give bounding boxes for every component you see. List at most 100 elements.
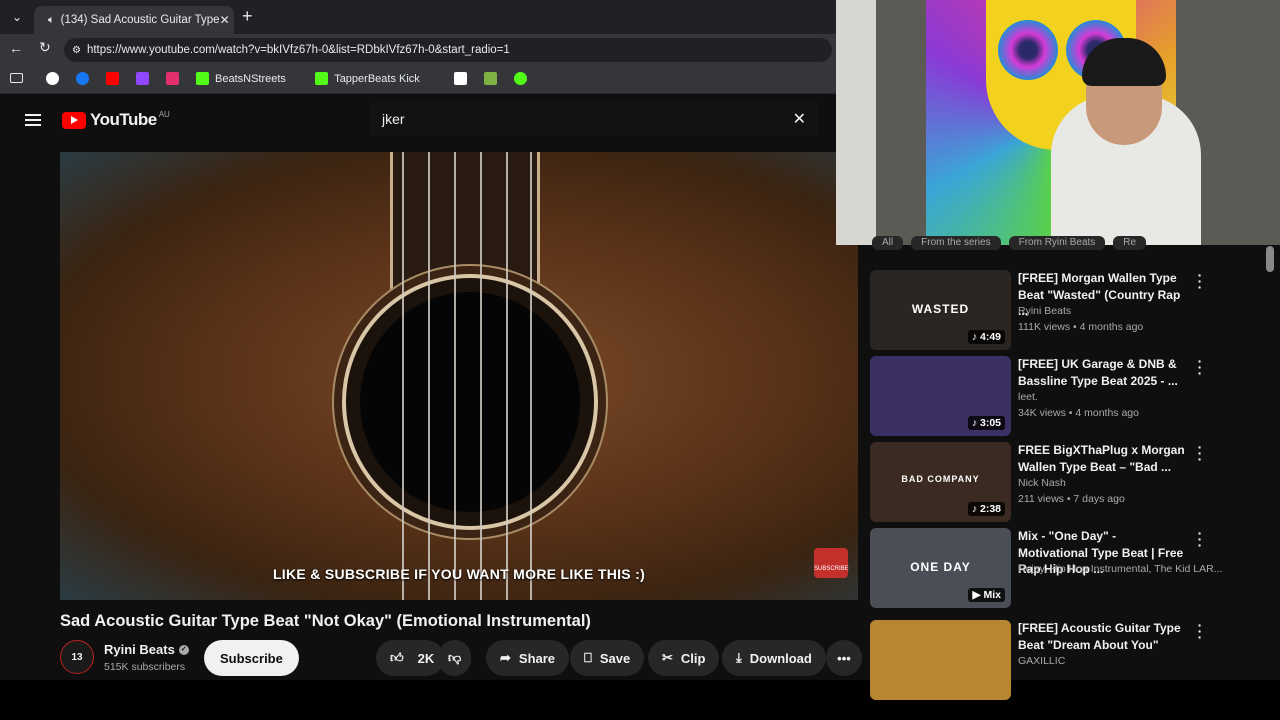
share-button[interactable]: ➦ Share [486,640,570,676]
thumbnail-text: ONE DAY [910,560,971,574]
filter-chip[interactable]: From the series [911,236,1001,250]
diamond-icon [453,72,467,85]
video-thumbnail[interactable]: ♪ 3:05 [870,356,1011,436]
related-video[interactable]: WASTED ♪ 4:49 [FREE] Morgan Wallen Type Be… [870,268,1230,350]
address-bar[interactable]: ⚙ https://www.youtube.com/watch?v=bkIVfz… [64,38,832,62]
bookmark-item[interactable] [483,72,497,85]
subscriber-count: 515K subscribers [104,661,186,673]
music-note-icon: ♪ [971,417,980,429]
related-video-title[interactable]: FREE BigXThaPlug x Morgan Wallen Type Be… [1018,442,1188,475]
webcam-overlay: K 2 [836,0,1280,245]
search-input[interactable]: jker [382,111,405,127]
related-video-meta: 111K views • 4 months ago [1018,321,1144,333]
related-video[interactable]: ♪ 3:05 [FREE] UK Garage & DNB & Bassline … [870,354,1230,436]
related-video[interactable]: ONE DAY ▶ Mix Mix - "One Day" - Motivation… [870,526,1230,608]
video-title: Sad Acoustic Guitar Type Beat "Not Okay"… [60,612,591,630]
region-code: AU [158,110,170,119]
bookmark-item[interactable] [76,72,89,85]
bookmark-label: BeatsNStreets [215,72,286,85]
avatar-text: 13 [71,651,83,663]
kick-icon [196,72,209,85]
clip-button[interactable]: ✂ Clip [648,640,720,676]
garage-door [836,0,876,245]
download-button[interactable]: ⤓ Download [722,640,826,676]
more-vertical-icon[interactable]: · · · [1192,618,1208,644]
reload-icon[interactable]: ↻ [39,39,51,56]
share-label: Share [518,650,556,666]
related-video-meta: 211 views • 7 days ago [1018,493,1125,505]
subscribe-watermark-label: SUBSCRIBE [814,566,849,572]
duration-text: 4:49 [979,331,1001,343]
related-video-title[interactable]: [FREE] Acoustic Guitar Type Beat "Dream … [1018,620,1188,653]
video-player[interactable]: LIKE & SUBSCRIBE IF YOU WANT MORE LIKE T… [60,152,858,600]
clear-search-icon[interactable]: ✕ [793,109,806,129]
video-thumbnail[interactable] [870,620,1011,700]
subscribe-button[interactable]: Subscribe [204,640,299,676]
mix-icon: ▶ [972,589,984,601]
back-arrow-icon[interactable]: ← [9,40,23,56]
filter-chip[interactable]: Re [1113,236,1147,250]
filter-chip[interactable]: All [872,236,904,250]
more-vertical-icon[interactable]: · · · [1192,268,1208,294]
related-video-channel[interactable]: Nick Nash [1018,477,1066,489]
gear-icon [513,72,527,85]
bookmarks-folder-icon[interactable] [10,73,23,83]
thumbs-down-icon: 👎︎ [448,650,462,665]
video-thumbnail[interactable]: ONE DAY ▶ Mix [870,528,1011,608]
more-vertical-icon[interactable]: · · · [1192,440,1208,466]
clip-label: Clip [680,650,706,666]
related-video[interactable]: [FREE] Acoustic Guitar Type Beat "Dream … [870,618,1230,700]
new-tab-button[interactable]: + [242,6,253,27]
site-info-icon[interactable]: ⚙ [72,45,81,56]
youtube-wordmark: YouTube [90,110,157,129]
bookmark-item[interactable] [513,72,527,85]
tab-close-icon[interactable]: ✕ [220,13,230,27]
more-vertical-icon[interactable]: · · · [1192,354,1208,380]
duration-badge: ♪ 2:38 [967,502,1005,516]
more-vertical-icon[interactable]: · · · [1192,526,1208,552]
duration-text: 3:05 [979,417,1001,429]
duration-badge: ♪ 3:05 [967,416,1005,430]
more-horizontal-icon: ••• [837,650,851,666]
menu-icon[interactable] [25,111,41,129]
google-icon [46,72,59,85]
guitar-string [480,152,482,600]
related-video-channel[interactable]: Rujay, Hip Hop Instrumental, The Kid LAR… [1018,563,1222,575]
url-text: https://www.youtube.com/watch?v=bkIVfz67… [86,44,510,56]
download-label: Download [749,650,812,666]
bookmark-item[interactable] [106,72,119,85]
save-button[interactable]: ⎕ Save [570,640,645,676]
bookmark-item[interactable]: BeatsNStreets [196,72,286,85]
like-count: 2K [417,650,435,666]
related-video-channel[interactable]: leet. [1018,391,1038,403]
subscribe-watermark[interactable]: SUBSCRIBE [814,548,849,578]
bookmark-item[interactable] [453,72,467,85]
download-icon: ⤓ [736,650,742,665]
music-note-icon: ♪ [971,503,980,515]
youtube-logo[interactable]: YouTube AU [62,110,170,130]
bookmark-item[interactable] [46,72,59,85]
related-video-channel[interactable]: Ryini Beats [1018,305,1071,317]
more-actions-button[interactable]: ••• [826,640,862,676]
guitar-string [530,152,532,600]
video-thumbnail[interactable]: WASTED ♪ 4:49 [870,270,1011,350]
tab-search-icon[interactable]: ⌄ [8,8,26,26]
bookmark-item[interactable]: TapperBeats Kick [315,72,420,85]
related-video-channel[interactable]: GAXILLIC [1018,655,1065,667]
search-box[interactable]: jker ✕ [370,102,818,136]
video-thumbnail[interactable]: BAD COMPANY ♪ 2:38 [870,442,1011,522]
guitar-string [506,152,508,600]
bookmark-item[interactable] [166,72,179,85]
dislike-button[interactable]: 👎︎ [438,640,472,676]
browser-tab-active[interactable]: 🔈︎ (134) Sad Acoustic Guitar Type ✕ [34,6,234,34]
thumbnail-text: WASTED [911,302,970,316]
speaker-icon[interactable]: 🔈︎ [48,14,55,27]
channel-avatar[interactable]: 13 [60,640,94,674]
related-video-title[interactable]: [FREE] UK Garage & DNB & Bassline Type B… [1018,356,1188,389]
bookmark-item[interactable] [136,72,149,85]
channel-name[interactable]: Ryini Beats ✓ [104,642,189,657]
related-video[interactable]: BAD COMPANY ♪ 2:38 FREE BigXThaPlug x Morg… [870,440,1230,522]
like-button[interactable]: 👍︎ 2K [376,640,445,676]
sidebar-scrollbar[interactable] [1266,246,1274,272]
filter-chip[interactable]: From Ryini Beats [1008,236,1106,250]
